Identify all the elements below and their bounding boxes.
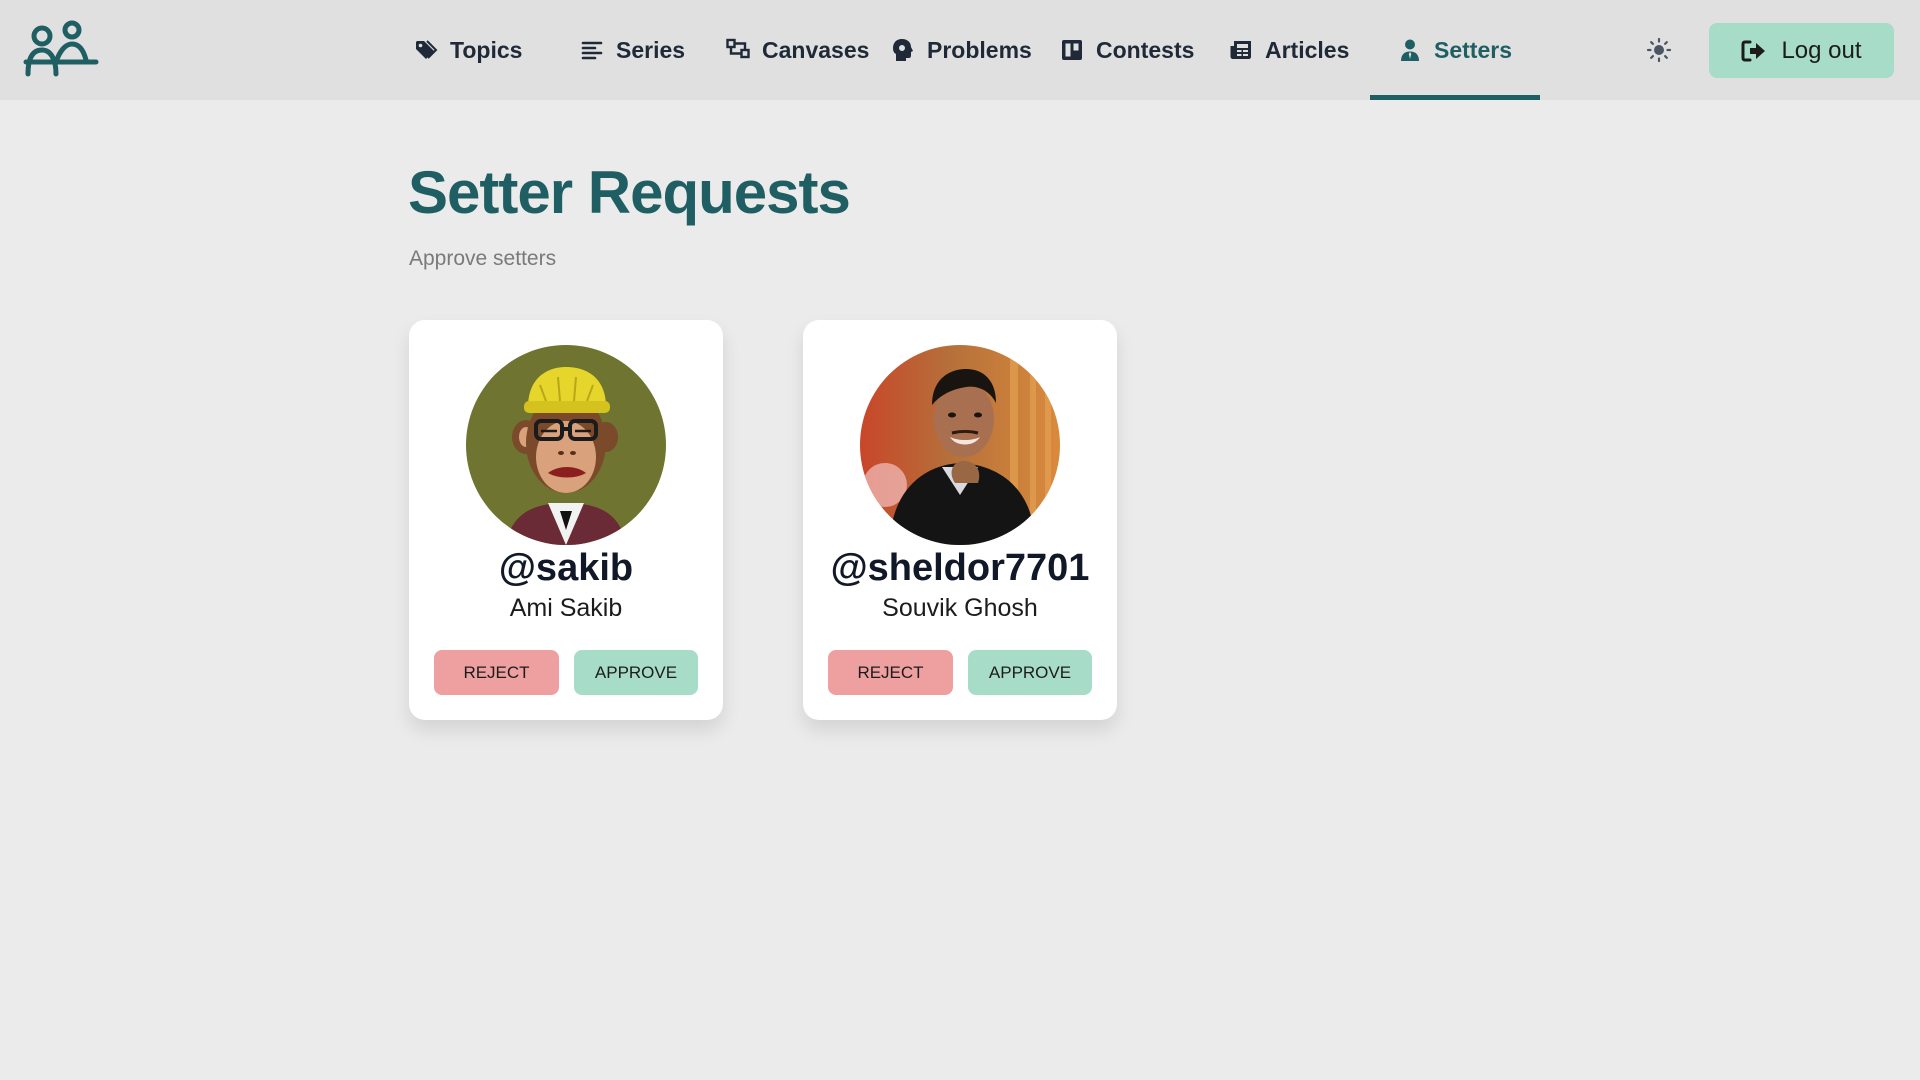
logout-button[interactable]: Log out <box>1709 23 1894 78</box>
photo-avatar-icon <box>860 345 1060 545</box>
avatar <box>466 345 666 545</box>
newspaper-icon <box>1230 41 1251 59</box>
nav-item-problems[interactable]: Problems <box>891 0 1032 100</box>
setter-request-card: @sheldor7701 Souvik Ghosh REJECT APPROVE <box>803 320 1117 720</box>
logout-label: Log out <box>1781 36 1862 64</box>
nav-label-series: Series <box>616 36 686 63</box>
nav-label-canvases: Canvases <box>762 36 870 63</box>
page-title: Setter Requests <box>408 159 851 226</box>
nav-item-canvases[interactable]: Canvases <box>726 0 869 100</box>
ape-avatar-icon <box>466 345 666 545</box>
logout-icon <box>1741 40 1766 61</box>
page-subtitle: Approve setters <box>409 247 557 270</box>
approve-button[interactable]: APPROVE <box>574 650 698 695</box>
tag-icon <box>416 40 438 59</box>
setter-handle: @sheldor7701 <box>830 547 1090 589</box>
nav-label-setters: Setters <box>1434 36 1512 63</box>
setter-name: Ami Sakib <box>509 594 623 622</box>
nav-item-contests[interactable]: Contests <box>1060 0 1194 100</box>
canvas-icon <box>726 38 750 59</box>
reject-button[interactable]: REJECT <box>434 650 559 695</box>
nav-label-problems: Problems <box>927 36 1032 63</box>
setter-handle: @sakib <box>498 547 634 589</box>
avatar <box>860 345 1060 545</box>
setter-request-card: @sakib Ami Sakib REJECT APPROVE <box>409 320 723 720</box>
nav-item-series[interactable]: Series <box>580 0 685 100</box>
nav-item-setters[interactable]: Setters <box>1370 0 1540 100</box>
user-tie-icon <box>1401 39 1419 61</box>
nav-label-contests: Contests <box>1096 36 1195 63</box>
sun-icon[interactable] <box>1646 37 1672 63</box>
brain-icon <box>893 39 913 61</box>
list-icon <box>581 41 603 60</box>
nav-item-topics[interactable]: Topics <box>414 0 522 100</box>
setter-name: Souvik Ghosh <box>882 594 1038 622</box>
nav-label-topics: Topics <box>450 36 523 63</box>
nav-label-articles: Articles <box>1265 36 1350 63</box>
approve-button[interactable]: APPROVE <box>968 650 1092 695</box>
nav-item-articles[interactable]: Articles <box>1229 0 1349 100</box>
board-icon <box>1062 40 1082 60</box>
reject-button[interactable]: REJECT <box>828 650 953 695</box>
top-navbar: Topics Series Canvases Problems Contests… <box>0 0 1920 100</box>
